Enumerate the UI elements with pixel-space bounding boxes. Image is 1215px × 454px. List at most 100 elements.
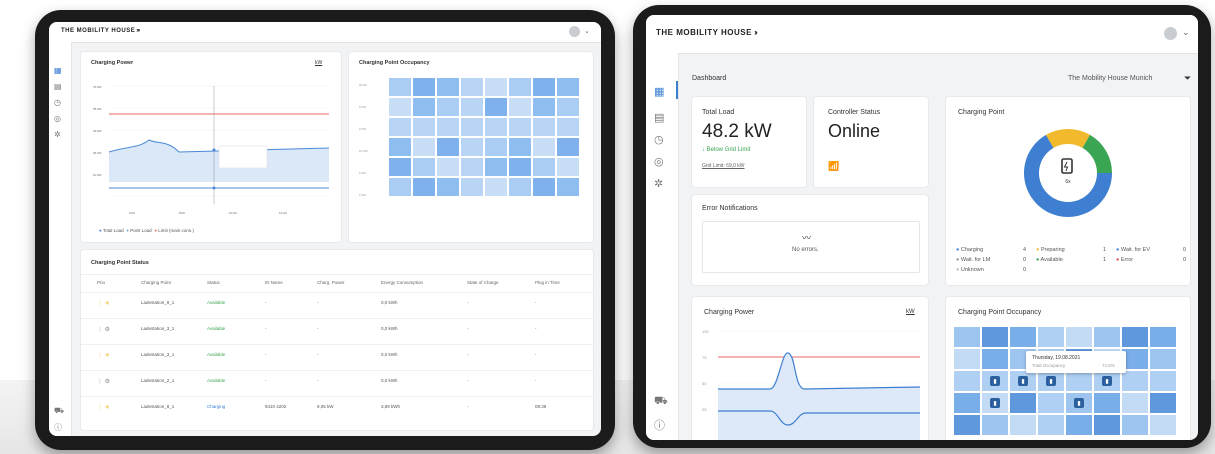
heatmap-cell: [485, 118, 507, 136]
right-logo[interactable]: THE MOBILITY HOUSE›››: [656, 28, 758, 37]
dashboard-icon[interactable]: ▦: [54, 66, 62, 75]
heatmap-cell: [461, 178, 483, 196]
card-title: Charging Power: [91, 60, 134, 66]
right-avatar[interactable]: [1164, 27, 1177, 40]
right-charging-power-card: Charging Power kW 100 75 50 25: [692, 297, 928, 440]
heatmap-cell: [1038, 327, 1064, 347]
th-charging-point[interactable]: Charging Point: [141, 280, 171, 285]
filter-icon[interactable]: ⏷: [1184, 73, 1191, 84]
heatmap-tooltip: Thursday, 19.08.2021 Total Occupancy 74.…: [1026, 351, 1126, 373]
svg-text:22:00: 22:00: [359, 83, 367, 87]
heatmap-cell: [557, 178, 579, 196]
total-load-card: Total Load 48.2 kW ↓ Below Grid Limit Gr…: [692, 97, 806, 187]
gear-icon[interactable]: ⋮ ⚙: [97, 378, 110, 385]
cell-plug: -: [535, 378, 537, 383]
heatmap-cell: [1038, 415, 1064, 435]
heatmap-cell: [1066, 371, 1092, 391]
th-charg-power[interactable]: Charg. Power: [317, 280, 345, 285]
heatmap-cell: [954, 393, 980, 413]
cell-id: 9410 4202: [265, 404, 287, 409]
svg-text:▮: ▮: [1021, 379, 1024, 385]
left-logo[interactable]: THE MOBILITY HOUSE›››: [61, 28, 141, 34]
cell-id: -: [265, 326, 267, 331]
cell-energy: 0,0 kWh: [381, 300, 398, 305]
svg-text:10 kW: 10 kW: [93, 173, 102, 177]
below-grid-text: Below Grid Limit: [706, 147, 751, 153]
legend-count: 0: [1022, 267, 1026, 273]
th-energy[interactable]: Energy Consumption: [381, 280, 423, 285]
heatmap-cell: [437, 178, 459, 196]
cell-soc: -: [467, 326, 469, 331]
cell-energy: 3,89 kWh: [381, 404, 401, 409]
cell-soc: -: [467, 352, 469, 357]
cart-icon[interactable]: ⛟: [54, 406, 64, 416]
donut-center-text: 6x: [1065, 179, 1071, 185]
card-title: Charging Point Occupancy: [359, 60, 430, 66]
heatmap-cell: [461, 138, 483, 156]
building-icon[interactable]: ▤: [654, 111, 664, 124]
th-plug-time[interactable]: Plug in Time: [535, 280, 560, 285]
charging-point-donut: 6x: [1024, 129, 1112, 217]
building-icon[interactable]: ▤: [54, 82, 62, 91]
heatmap-cell: [461, 118, 483, 136]
heatmap-cells: ▮ ▮ ▮ ▮ ▮ ▮: [954, 327, 1176, 435]
left-screen: THE MOBILITY HOUSE››› ⌄ ▦ ▤ ◷ ◎ ✲ ⛟ ⓘ Ch…: [49, 22, 601, 436]
heatmap-cell: [1150, 349, 1176, 369]
svg-text:40 kW: 40 kW: [93, 129, 102, 133]
cart-icon[interactable]: ⛟: [654, 395, 668, 409]
left-sidebar: ▦ ▤ ◷ ◎ ✲ ⛟ ⓘ: [49, 42, 72, 436]
heatmap-cell: [533, 78, 555, 96]
chevron-down-icon[interactable]: ⌄: [1182, 27, 1190, 38]
heatmap-cell: [413, 78, 435, 96]
th-status[interactable]: Status: [207, 280, 220, 285]
heatmap-cell: [1122, 415, 1148, 435]
gear-icon[interactable]: ✲: [54, 130, 61, 139]
th-prio[interactable]: Prio: [97, 280, 105, 285]
controller-status-card: Controller Status Online 📶: [814, 97, 928, 187]
user-icon[interactable]: ◎: [54, 114, 61, 123]
sun-icon[interactable]: ⋮ ☀: [97, 300, 110, 307]
right-occupancy-heatmap: ▮ ▮ ▮ ▮ ▮ ▮: [954, 327, 1176, 435]
cell-status: Available: [207, 326, 226, 331]
unit-toggle[interactable]: kW: [315, 60, 322, 66]
legend-item: ● Unknown 0: [956, 267, 1026, 273]
user-icon[interactable]: ◎: [654, 155, 664, 168]
chevron-down-icon[interactable]: ⌄: [584, 27, 590, 35]
svg-text:25: 25: [702, 407, 707, 412]
chart-legend: ● Total Load ● Point Load ● Limit (main …: [99, 228, 194, 233]
info-icon[interactable]: ⓘ: [54, 422, 62, 433]
th-soc[interactable]: State of Charge: [467, 280, 499, 285]
cell-point: Ladestation_8_1: [141, 404, 175, 409]
right-logo-text: THE MOBILITY HOUSE: [656, 28, 752, 37]
location-selector[interactable]: The Mobility House Munich: [1068, 75, 1152, 82]
cell-status: Available: [207, 378, 226, 383]
grid-limit[interactable]: Grid Limit: 69,0 kW: [702, 163, 745, 169]
sun-icon[interactable]: ⋮ ☀: [97, 404, 110, 411]
dashboard-icon[interactable]: ▦: [654, 85, 664, 98]
cell-power: -: [317, 326, 319, 331]
gear-icon[interactable]: ✲: [654, 177, 663, 190]
heatmap-cell: [413, 98, 435, 116]
svg-text:75: 75: [702, 355, 707, 360]
gear-icon[interactable]: ⋮ ⚙: [97, 326, 110, 333]
unit-toggle[interactable]: kW: [906, 309, 915, 315]
left-avatar[interactable]: [569, 26, 580, 37]
legend-item: ● Charging 4: [956, 247, 1026, 253]
th-id-name[interactable]: ID Name: [265, 280, 283, 285]
left-power-chart: 70 kW 55 kW 40 kW 25 kW 10 kW 6:00 8:00 10:00…: [93, 85, 330, 215]
heatmap-cell: [389, 178, 411, 196]
clock-icon[interactable]: ◷: [654, 133, 664, 146]
clock-icon[interactable]: ◷: [54, 98, 61, 107]
cell-id: -: [265, 378, 267, 383]
total-load-area: [718, 352, 920, 440]
legend-label: Unknown: [960, 267, 984, 273]
heatmap-cell: [1094, 415, 1120, 435]
cell-id: -: [265, 352, 267, 357]
heatmap-cell: [1066, 415, 1092, 435]
info-icon[interactable]: ⓘ: [654, 417, 665, 433]
heatmap-cell: [461, 78, 483, 96]
heatmap-cell: [954, 327, 980, 347]
sun-icon[interactable]: ⋮ ☀: [97, 352, 110, 359]
svg-text:10:00: 10:00: [229, 211, 237, 215]
cell-energy: 0,0 kWh: [381, 326, 398, 331]
